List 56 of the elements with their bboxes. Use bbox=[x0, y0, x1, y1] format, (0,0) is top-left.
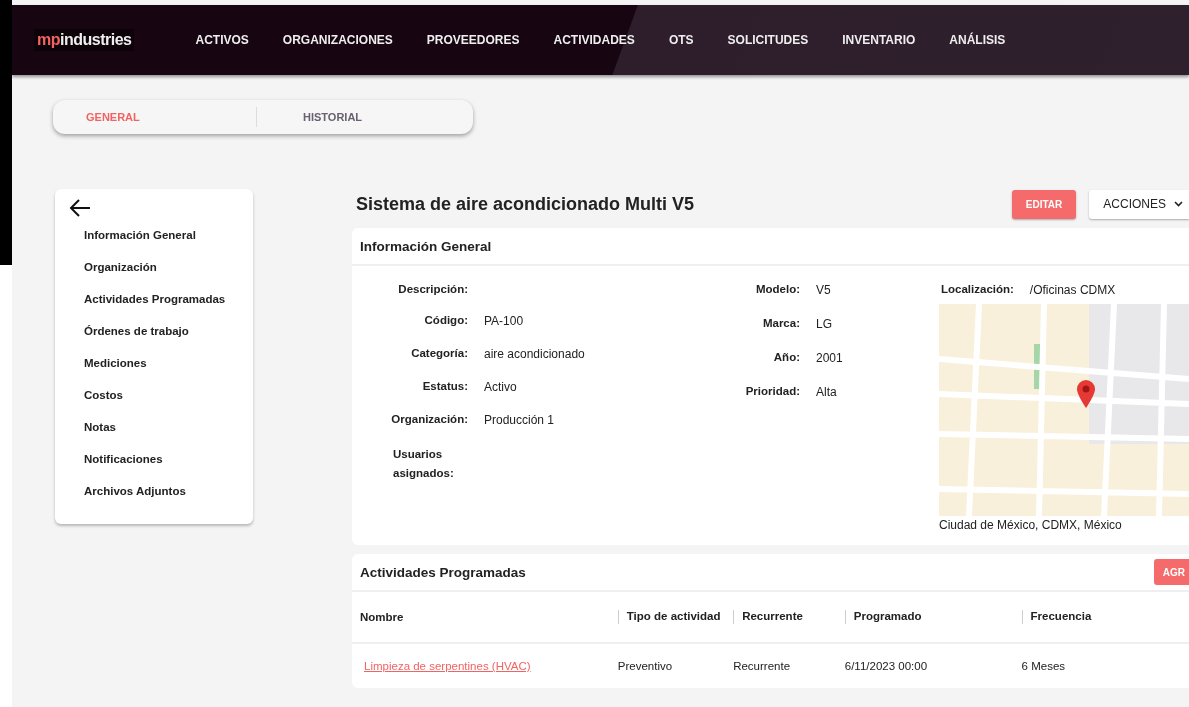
field-value: 2001 bbox=[816, 351, 844, 365]
table-cell: Preventivo bbox=[617, 660, 673, 672]
map-pin-icon bbox=[1076, 379, 1096, 409]
section-title: Información General bbox=[360, 238, 493, 254]
nav-link[interactable]: INVENTARIO bbox=[825, 33, 933, 47]
column-header: Tipo de actividad bbox=[626, 610, 721, 623]
field-label: Prioridad: bbox=[744, 385, 800, 399]
column-header: Programado bbox=[853, 610, 922, 623]
sidebar-item[interactable]: Notificaciones bbox=[84, 453, 163, 485]
nav-link[interactable]: SOLICITUDES bbox=[710, 33, 826, 47]
nav-link[interactable]: ANÁLISIS bbox=[932, 33, 1023, 47]
field-label: Usuarios asignados: bbox=[393, 447, 455, 481]
logo[interactable]: mpindustries bbox=[34, 29, 135, 51]
table-cell: 6 Meses bbox=[1021, 660, 1066, 672]
field-label: Descripción: bbox=[397, 283, 468, 295]
field-value: LG bbox=[816, 317, 833, 331]
field-label: Código: bbox=[423, 314, 468, 328]
field-label: Estatus: bbox=[421, 380, 468, 394]
page-title: Sistema de aire acondicionado Multi V5 bbox=[356, 193, 696, 215]
field-label: Marca: bbox=[761, 317, 800, 331]
chevron-down-icon bbox=[1174, 201, 1183, 207]
sidebar-item[interactable]: Costos bbox=[84, 389, 123, 421]
sidebar-item[interactable]: Organización bbox=[84, 261, 157, 293]
field-label: Categoría: bbox=[410, 347, 468, 361]
sidebar-item[interactable]: Actividades Programadas bbox=[84, 293, 226, 325]
column-header: Frecuencia bbox=[1030, 610, 1092, 623]
sidebar-item[interactable]: Archivos Adjuntos bbox=[84, 485, 186, 517]
column-header: Recurrente bbox=[742, 610, 803, 623]
sidebar-item[interactable]: Notas bbox=[84, 421, 116, 453]
nav-link[interactable]: OTS bbox=[651, 33, 711, 47]
field-value: aire acondicionado bbox=[484, 347, 586, 361]
actions-dropdown[interactable]: ACCIONES bbox=[1089, 189, 1189, 219]
field-label: Modelo: bbox=[754, 283, 800, 297]
sidebar-item[interactable]: Mediciones bbox=[84, 357, 147, 389]
field-value: V5 bbox=[816, 283, 832, 297]
field-value: Activo bbox=[484, 380, 518, 394]
field-value: /Oficinas CDMX bbox=[1029, 283, 1116, 297]
tab[interactable]: HISTORIAL bbox=[256, 107, 473, 127]
address-text: Ciudad de México, CDMX, México bbox=[939, 518, 1123, 532]
table-cell: Recurrente bbox=[733, 660, 791, 672]
field-value: Alta bbox=[816, 385, 838, 399]
section-title: Actividades Programadas bbox=[360, 564, 527, 580]
field-label: Año: bbox=[772, 351, 800, 365]
nav-link[interactable]: ACTIVOS bbox=[178, 33, 266, 47]
nav-link[interactable]: ORGANIZACIONES bbox=[265, 33, 410, 47]
sidebar-item[interactable]: Órdenes de trabajo bbox=[84, 325, 189, 357]
field-value: Producción 1 bbox=[484, 413, 556, 427]
sidebar-item[interactable]: Información General bbox=[84, 229, 196, 261]
field-label: Organización: bbox=[390, 413, 468, 427]
nav-link[interactable]: ACTIVIDADES bbox=[536, 33, 652, 47]
nav-link[interactable]: PROVEEDORES bbox=[409, 33, 537, 47]
field-value: PA-100 bbox=[484, 314, 525, 328]
field-label: Localización: bbox=[941, 283, 1014, 297]
back-arrow-icon[interactable] bbox=[69, 199, 91, 217]
column-header: Nombre bbox=[360, 611, 404, 623]
table-cell: 6/11/2023 00:00 bbox=[844, 660, 928, 672]
